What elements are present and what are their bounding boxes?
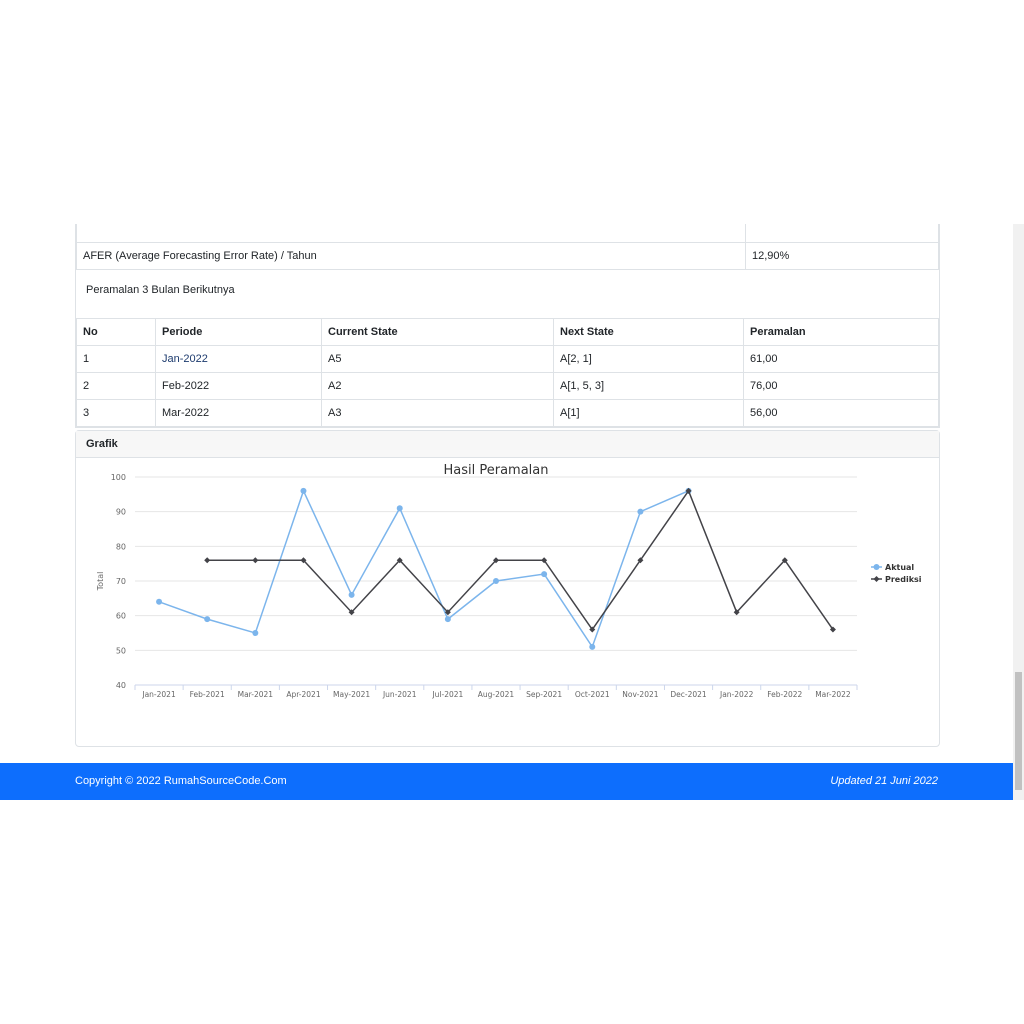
cell: 3 <box>76 399 156 427</box>
cell: A3 <box>321 399 554 427</box>
x-tick-label: May-2021 <box>333 690 370 699</box>
y-tick-label: 80 <box>116 542 126 551</box>
x-tick-label: Sep-2021 <box>526 690 562 699</box>
afer-row: AFER (Average Forecasting Error Rate) / … <box>76 242 939 270</box>
y-tick-label: 70 <box>116 577 126 586</box>
cell: Feb-2022 <box>155 372 322 400</box>
legend-label: Aktual <box>885 563 914 572</box>
x-tick-label: Jul-2021 <box>431 690 463 699</box>
cell: 76,00 <box>743 372 939 400</box>
x-tick-label: Mar-2022 <box>815 690 851 699</box>
cell: 56,00 <box>743 399 939 427</box>
data-point-aktual <box>493 578 499 584</box>
x-tick-label: Jan-2021 <box>141 690 176 699</box>
cell: A[1, 5, 3] <box>553 372 744 400</box>
data-point-aktual <box>589 643 596 650</box>
y-tick-label: 100 <box>111 473 126 482</box>
chart-title: Hasil Peramalan <box>443 463 548 478</box>
legend-marker <box>873 576 880 582</box>
col-next-state: Next State <box>553 318 744 346</box>
y-tick-label: 90 <box>116 508 126 517</box>
y-axis-label: Total <box>96 572 105 592</box>
afer-label: AFER (Average Forecasting Error Rate) / … <box>76 242 746 270</box>
cell: A[2, 1] <box>553 345 744 373</box>
x-tick-label: Feb-2021 <box>190 690 225 699</box>
col-no: No <box>76 318 156 346</box>
data-point-prediksi <box>252 557 259 564</box>
afer-value: 12,90% <box>745 242 939 270</box>
legend-marker <box>873 564 880 570</box>
page-viewport: AFER (Average Forecasting Error Rate) / … <box>0 224 1024 800</box>
scrollbar-thumb[interactable] <box>1015 672 1022 790</box>
y-tick-label: 50 <box>116 646 126 655</box>
y-tick-label: 40 <box>116 681 126 690</box>
x-tick-label: Aug-2021 <box>478 690 515 699</box>
x-tick-label: Nov-2021 <box>622 690 658 699</box>
cell: 61,00 <box>743 345 939 373</box>
data-point-aktual <box>300 487 307 494</box>
cell: A2 <box>321 372 554 400</box>
data-point-aktual <box>348 591 355 598</box>
data-point-aktual <box>252 630 259 636</box>
x-tick-label: Apr-2021 <box>286 690 321 699</box>
col-periode: Periode <box>155 318 322 346</box>
footer: Copyright © 2022 RumahSourceCode.Com Upd… <box>0 763 1013 800</box>
table-row: 1 Jan-2022 A5 A[2, 1] 61,00 <box>76 345 939 373</box>
footer-updated: Updated 21 Juni 2022 <box>830 775 938 787</box>
grafik-card: Grafik Hasil Peramalan 40 50 60 70 80 90 100 Tot… <box>75 430 940 747</box>
table-row: 3 Mar-2022 A3 A[1] 56,00 <box>76 399 939 427</box>
x-tick-label: Dec-2021 <box>670 690 707 699</box>
x-tick-label: Jan-2022 <box>719 690 754 699</box>
x-tick-label: Mar-2021 <box>238 690 274 699</box>
footer-copyright: Copyright © 2022 RumahSourceCode.Com <box>75 775 287 787</box>
afer-card: AFER (Average Forecasting Error Rate) / … <box>75 224 940 428</box>
y-tick-label: 60 <box>116 612 126 621</box>
legend-label: Prediksi <box>885 575 922 584</box>
x-tick-label: Feb-2022 <box>767 690 802 699</box>
forecast-title: Peramalan 3 Bulan Berikutnya <box>86 284 235 296</box>
cell: 1 <box>76 345 156 373</box>
data-point-aktual <box>156 598 163 605</box>
scrollbar[interactable] <box>1013 224 1024 800</box>
series-line-aktual <box>158 488 689 649</box>
cell: A[1] <box>553 399 744 427</box>
forecast-chart: Hasil Peramalan 40 50 60 70 80 90 100 Total Jan-2… <box>96 463 922 699</box>
data-point-aktual <box>541 571 548 578</box>
data-point-aktual <box>204 616 211 623</box>
col-peramalan: Peramalan <box>743 318 939 346</box>
table-row: 2 Feb-2022 A2 A[1, 5, 3] 76,00 <box>76 372 939 400</box>
cell: 2 <box>76 372 156 400</box>
data-point-aktual <box>637 508 644 515</box>
x-tick-label: Oct-2021 <box>575 690 610 699</box>
data-point-aktual <box>444 616 451 623</box>
cell: A5 <box>321 345 554 373</box>
cell: Jan-2022 <box>155 345 322 373</box>
x-tick-label: Jun-2021 <box>382 690 417 699</box>
cell: Mar-2022 <box>155 399 322 427</box>
data-point-prediksi <box>204 557 211 564</box>
col-current-state: Current State <box>321 318 554 346</box>
grafik-header: Grafik <box>76 431 939 458</box>
data-point-aktual <box>396 505 403 512</box>
forecast-table: No Periode Current State Next State Peramala… <box>76 318 939 427</box>
